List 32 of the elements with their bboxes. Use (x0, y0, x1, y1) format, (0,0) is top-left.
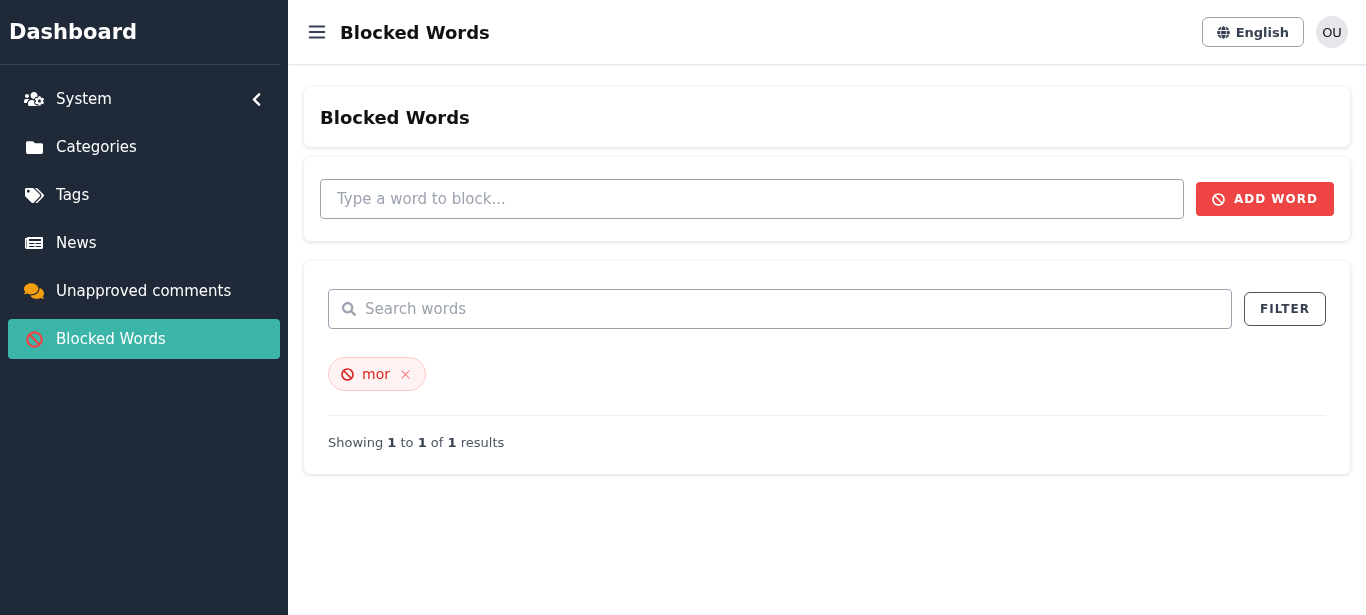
comments-icon (24, 281, 44, 301)
newspaper-icon (25, 234, 43, 252)
sidebar-item-label: System (56, 90, 113, 108)
filter-button[interactable]: FILTER (1244, 292, 1326, 326)
tags-icon (24, 185, 44, 205)
word-input-field[interactable]: Type a word to block... (320, 179, 1184, 219)
sidebar-item[interactable]: Categories (8, 127, 280, 167)
ban-icon (341, 367, 354, 381)
globe-icon (1216, 25, 1230, 39)
sidebar-item[interactable]: News (8, 223, 280, 263)
folder-icon (25, 138, 43, 156)
language-button[interactable]: English (1201, 17, 1304, 47)
sidebar-item-label: Tags (56, 186, 91, 204)
sidebar-item[interactable]: Tags (8, 175, 280, 215)
sidebar-title: Dashboard (0, 0, 280, 65)
user-avatar[interactable]: OU (1316, 16, 1348, 48)
ban-icon (1211, 192, 1225, 206)
header-title: Blocked Words (340, 21, 491, 43)
results-summary: Showing 1 to 1 of 1 results (328, 434, 506, 450)
ban-icon (25, 330, 43, 348)
page-title: Blocked Words (320, 106, 470, 128)
add-word-button[interactable]: ADD WORD (1195, 182, 1334, 216)
users-gear-icon (24, 89, 44, 109)
word-label: mor (362, 366, 390, 382)
sidebar-item[interactable]: System (8, 79, 280, 119)
sidebar-item-label: Blocked Words (56, 330, 167, 348)
sidebar-item-label: News (56, 234, 98, 252)
search-field[interactable]: Search words (328, 289, 1233, 329)
sidebar-item-label: Categories (56, 138, 138, 156)
sidebar-item[interactable]: Unapproved comments (8, 271, 280, 311)
search-icon (342, 302, 356, 316)
sidebar-item-label: Unapproved comments (56, 282, 233, 300)
